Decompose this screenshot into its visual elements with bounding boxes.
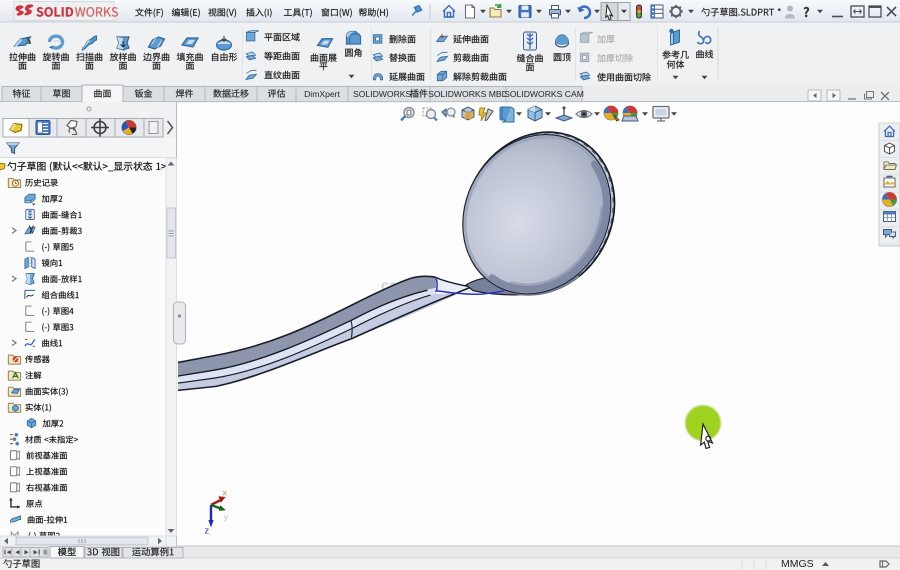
- svg-text:SOLIDWORKS MBD: SOLIDWORKS MBD: [428, 89, 508, 99]
- svg-text:MMGS: MMGS: [781, 558, 814, 570]
- svg-text:DimXpert: DimXpert: [304, 89, 340, 99]
- svg-text:SOLIDWORKS CAM: SOLIDWORKS CAM: [504, 89, 584, 99]
- svg-text:z: z: [205, 526, 210, 537]
- svg-text:SOLIDWORKS: SOLIDWORKS: [353, 89, 412, 99]
